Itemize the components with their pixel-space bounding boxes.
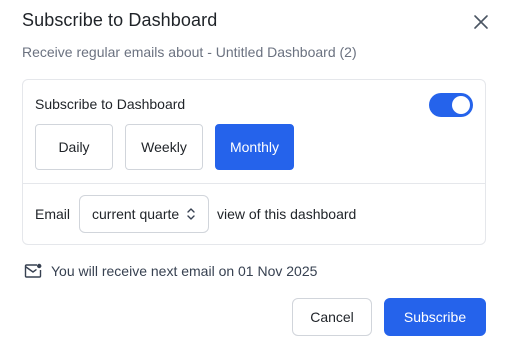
mail-icon [24, 263, 42, 278]
close-icon [474, 15, 488, 29]
frequency-weekly-button[interactable]: Weekly [125, 124, 203, 170]
toggle-knob [452, 96, 470, 114]
next-email-info: You will receive next email on 01 Nov 20… [24, 262, 317, 280]
view-suffix-text: view of this dashboard [217, 206, 357, 222]
view-select-value: current quarter [92, 206, 180, 222]
frequency-daily-button[interactable]: Daily [35, 124, 113, 170]
dialog-title: Subscribe to Dashboard [22, 10, 218, 30]
cancel-button[interactable]: Cancel [292, 298, 372, 336]
subscribe-toggle[interactable] [429, 93, 473, 117]
close-button[interactable] [469, 10, 493, 34]
email-label: Email [35, 206, 71, 222]
frequency-monthly-button[interactable]: Monthly [215, 124, 294, 170]
subscribe-dialog: Subscribe to Dashboard Receive regular e… [0, 0, 508, 350]
chevron-updown-icon [187, 208, 195, 220]
dialog-subtitle: Receive regular emails about - Untitled … [22, 44, 357, 60]
subscription-card: Subscribe to Dashboard Daily Weekly Mont… [22, 79, 486, 245]
subscribe-button[interactable]: Subscribe [384, 298, 486, 336]
card-divider [23, 183, 485, 184]
view-select[interactable]: current quarter [79, 195, 209, 233]
next-email-text: You will receive next email on 01 Nov 20… [51, 263, 318, 279]
subscribe-label: Subscribe to Dashboard [35, 96, 186, 112]
